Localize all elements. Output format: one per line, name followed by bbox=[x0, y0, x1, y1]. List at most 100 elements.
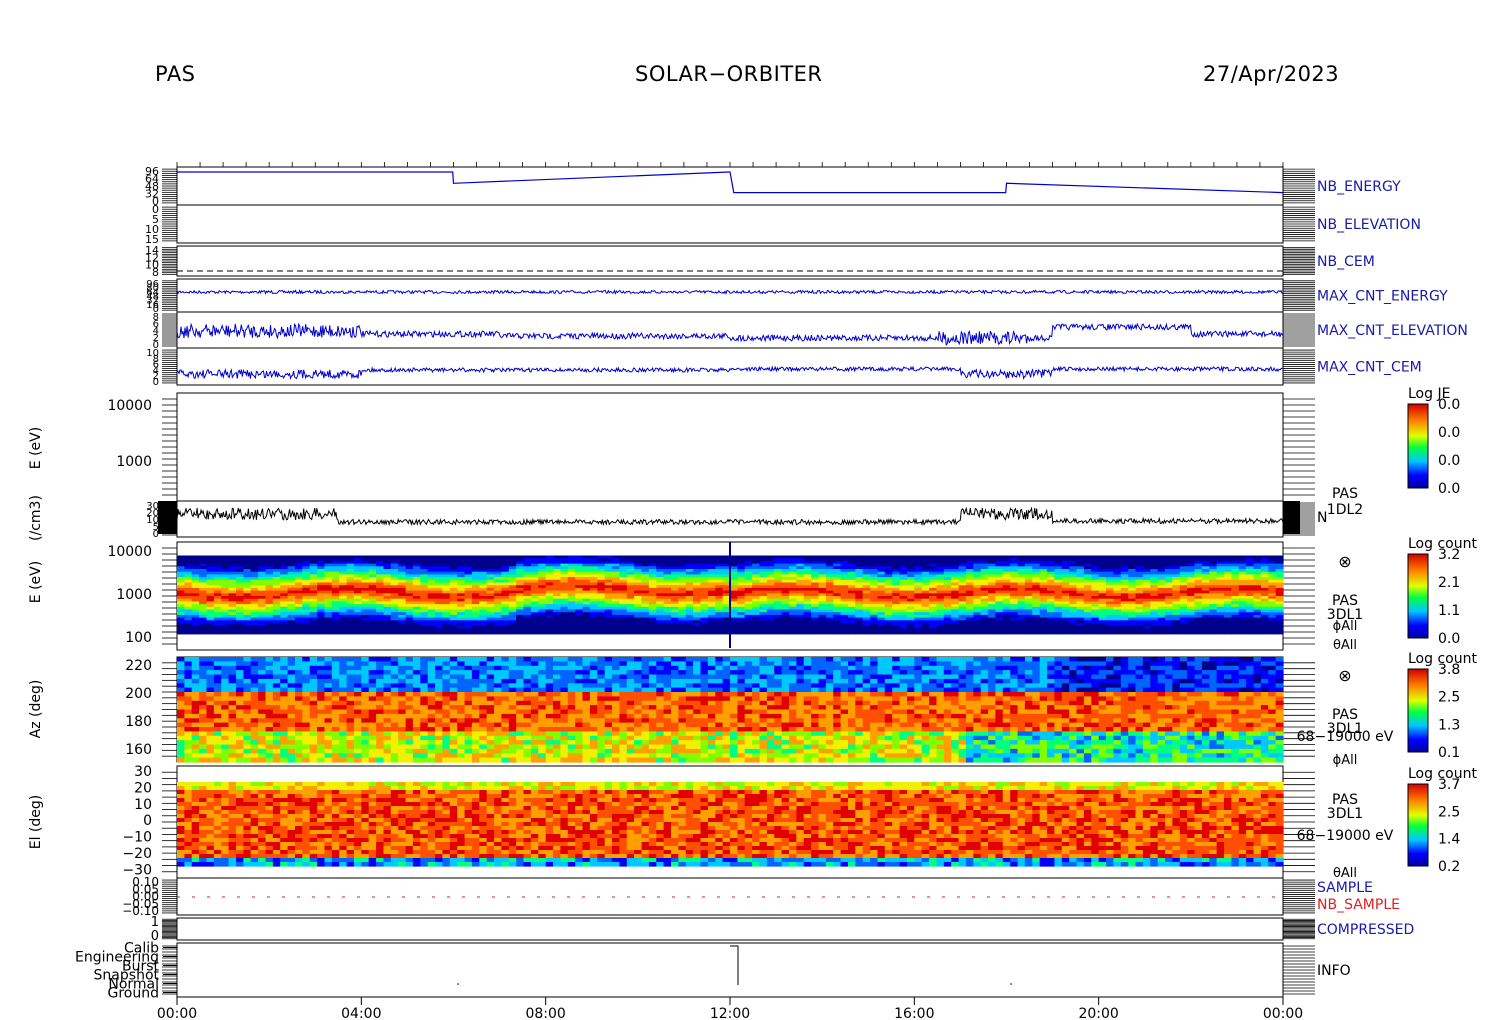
y-axis-label: (/cm3) bbox=[28, 495, 44, 541]
spectrogram-cell bbox=[442, 631, 451, 635]
spectrogram-cell bbox=[199, 657, 208, 662]
spectrogram-cell bbox=[206, 700, 215, 706]
spectrogram-cell bbox=[221, 735, 230, 741]
spectrogram-cell bbox=[191, 696, 200, 702]
spectrogram-cell bbox=[206, 722, 215, 728]
spectrogram-cell bbox=[1047, 631, 1056, 635]
spectrogram-cell bbox=[412, 631, 421, 635]
spectrogram-cell bbox=[206, 735, 215, 741]
spectrogram-cell bbox=[1179, 631, 1188, 635]
spectrogram-cell bbox=[191, 705, 200, 711]
spectrogram-cell bbox=[420, 631, 429, 635]
spectrogram-cell bbox=[221, 713, 230, 719]
spectrogram-cell bbox=[177, 665, 185, 671]
y-tick-label: 1000 bbox=[116, 454, 152, 470]
spectrogram-cell bbox=[213, 631, 222, 635]
spectrogram-cell bbox=[199, 687, 208, 693]
max-cnt-cem-trace bbox=[176, 365, 1283, 381]
y-tick-label: 10000 bbox=[107, 398, 152, 414]
spectrogram-cell bbox=[177, 674, 185, 680]
spectrogram-cell bbox=[929, 631, 938, 635]
spectrogram-cell bbox=[213, 709, 222, 715]
spectrogram-cell bbox=[376, 631, 385, 635]
spectrogram-cell bbox=[1157, 631, 1166, 635]
spectrogram-cell bbox=[236, 657, 244, 662]
spectrogram-cell bbox=[206, 731, 215, 737]
spectrogram-cell bbox=[199, 735, 208, 741]
spectrogram-cell bbox=[634, 631, 643, 635]
spectrogram-cell bbox=[597, 631, 606, 635]
spectrogram-cell bbox=[191, 661, 200, 667]
y-tick-label: 100 bbox=[125, 630, 152, 646]
spectrogram-cell bbox=[545, 631, 554, 635]
density-trace bbox=[176, 506, 1284, 527]
spectrogram-cell bbox=[516, 631, 525, 635]
spectrogram-cell bbox=[191, 692, 200, 697]
spectrogram-cell bbox=[213, 674, 222, 680]
spectrogram-cell bbox=[228, 705, 237, 711]
spectrogram-cell bbox=[228, 631, 237, 635]
panel-source-label: PAS bbox=[1332, 486, 1358, 502]
spectrogram-cell bbox=[840, 631, 849, 635]
spectrogram-cell bbox=[206, 740, 215, 746]
spectrogram-cell bbox=[1142, 631, 1151, 635]
spectrogram-cell bbox=[1061, 631, 1070, 635]
spectrogram-cell bbox=[206, 674, 215, 680]
spectrogram-cell bbox=[1091, 631, 1100, 635]
spectrogram-cell bbox=[1246, 631, 1255, 635]
spectrogram-cell bbox=[199, 731, 208, 737]
spectrogram-cell bbox=[479, 631, 488, 635]
spectrogram-cell bbox=[213, 678, 222, 684]
colorbar-tick-label: 0.0 bbox=[1438, 453, 1460, 469]
spectrogram-cell bbox=[914, 631, 923, 635]
y-tick-label: 10000 bbox=[107, 544, 152, 560]
spectrogram-cell bbox=[354, 631, 362, 635]
spectrogram-cell bbox=[648, 631, 657, 635]
spectrogram-cell bbox=[825, 631, 834, 635]
spectrogram-cell bbox=[228, 735, 237, 741]
y-axis-label: Az (deg) bbox=[28, 680, 44, 739]
spectrogram-cell bbox=[206, 678, 215, 684]
spectrogram-cell bbox=[1106, 631, 1114, 635]
spectrogram-cell bbox=[213, 735, 222, 741]
spectrogram-cell bbox=[582, 631, 591, 635]
spectrogram-cell bbox=[228, 692, 237, 697]
spectrogram-cell bbox=[199, 753, 208, 759]
panel-name-label: MAX_CNT_ELEVATION bbox=[1317, 323, 1468, 339]
spectrogram-cell bbox=[671, 631, 679, 635]
spectrogram-cell bbox=[184, 705, 193, 711]
panel-name-label: NB_ENERGY bbox=[1317, 179, 1401, 195]
spectrogram-cell bbox=[191, 735, 200, 741]
spectrogram-cell bbox=[228, 665, 237, 671]
y-tick-label: 160 bbox=[125, 742, 152, 758]
panel-frame-6 bbox=[176, 392, 1284, 502]
spectrogram-cell bbox=[184, 753, 193, 759]
spectrogram-cell bbox=[177, 748, 185, 754]
theta-label: θAll bbox=[1333, 638, 1357, 653]
spectrogram-cell bbox=[199, 670, 208, 676]
spectrogram-cell bbox=[221, 670, 230, 676]
spectrogram-cell bbox=[1201, 631, 1210, 635]
spectrogram-cell bbox=[177, 753, 185, 759]
spectrogram-cell bbox=[1054, 631, 1063, 635]
spectrogram-cell bbox=[383, 631, 392, 635]
spectrogram-cell bbox=[206, 661, 215, 667]
spectrogram-cell bbox=[191, 709, 200, 715]
spectrogram-cell bbox=[1165, 631, 1173, 635]
spectrogram-cell bbox=[368, 631, 377, 635]
panel-name-label: NB_ELEVATION bbox=[1317, 217, 1421, 233]
spectrogram-cell bbox=[737, 631, 746, 635]
spectrogram-cell bbox=[228, 713, 237, 719]
spectrogram-cell bbox=[221, 722, 230, 728]
spectrogram-cell bbox=[221, 678, 230, 684]
spectrogram-cell bbox=[206, 665, 215, 671]
spectrogram-cell bbox=[508, 631, 517, 635]
spectrogram-cell bbox=[1017, 631, 1026, 635]
y-tick-label: 180 bbox=[125, 714, 152, 730]
panel-name-label: MAX_CNT_CEM bbox=[1317, 360, 1422, 376]
spectrogram-cell bbox=[213, 753, 222, 759]
spectrogram-cell bbox=[191, 670, 200, 676]
spectrogram-cell bbox=[184, 674, 193, 680]
look-direction-symbol: ⊗ bbox=[1338, 552, 1351, 571]
spectrogram-cell bbox=[575, 631, 584, 635]
